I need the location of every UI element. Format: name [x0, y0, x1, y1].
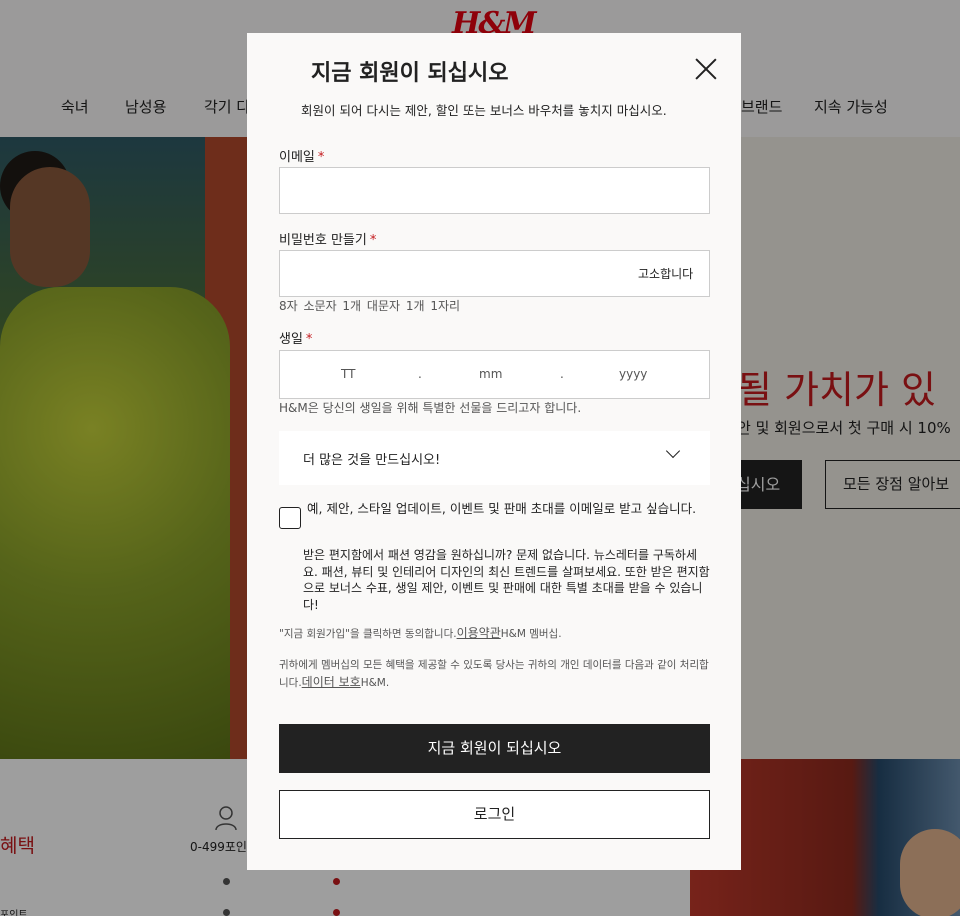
close-icon[interactable]: [695, 58, 717, 80]
email-label: 이메일 *: [279, 150, 325, 165]
password-requirements: 8자 소문자 1개 대문자 1개 1자리: [279, 299, 461, 313]
modal-subtitle: 회원이 되어 다시는 제안, 할인 또는 보너스 바우처를 놓치지 마십시오.: [301, 103, 667, 118]
login-button[interactable]: 로그인: [279, 790, 710, 839]
birthday-label: 생일 *: [279, 332, 313, 347]
newsletter-checkbox[interactable]: [279, 507, 301, 529]
privacy-notice: 귀하에게 멤버십의 모든 혜택을 제공할 수 있도록 당사는 귀하의 개인 데이…: [279, 659, 709, 689]
birthday-month-field[interactable]: mm: [479, 367, 502, 381]
email-field[interactable]: [279, 167, 710, 214]
show-password-toggle[interactable]: 고소합니다: [638, 265, 693, 282]
privacy-link[interactable]: 데이터 보호: [302, 675, 361, 689]
birthday-year-field[interactable]: yyyy: [619, 367, 647, 381]
birthday-note: H&M은 당신의 생일을 위해 특별한 선물을 드리고자 합니다.: [279, 401, 582, 415]
password-label: 비밀번호 만들기 *: [279, 233, 377, 248]
more-options-accordion[interactable]: 더 많은 것을 만드십시오!: [279, 431, 710, 485]
birthday-day-field[interactable]: TT: [341, 367, 355, 381]
terms-link[interactable]: 이용약관: [457, 626, 501, 640]
chevron-down-icon: [665, 443, 681, 459]
join-now-button[interactable]: 지금 회원이 되십시오: [279, 724, 710, 773]
more-options-label: 더 많은 것을 만드십시오!: [303, 453, 441, 468]
date-separator: .: [560, 367, 564, 381]
birthday-input[interactable]: TT . mm . yyyy: [279, 350, 710, 399]
date-separator: .: [418, 367, 422, 381]
newsletter-label[interactable]: 예, 제안, 스타일 업데이트, 이벤트 및 판매 초대를 이메일로 받고 싶습…: [307, 500, 707, 517]
modal-title: 지금 회원이 되십시오: [311, 61, 509, 86]
terms-notice: "지금 회원가입"을 클릭하면 동의합니다.이용약관H&M 멤버십.: [279, 626, 562, 640]
newsletter-description: 받은 편지함에서 패션 영감을 원하십니까? 문제 없습니다. 뉴스레터를 구독…: [303, 548, 710, 612]
signup-modal: 지금 회원이 되십시오 회원이 되어 다시는 제안, 할인 또는 보너스 바우처…: [247, 33, 741, 870]
